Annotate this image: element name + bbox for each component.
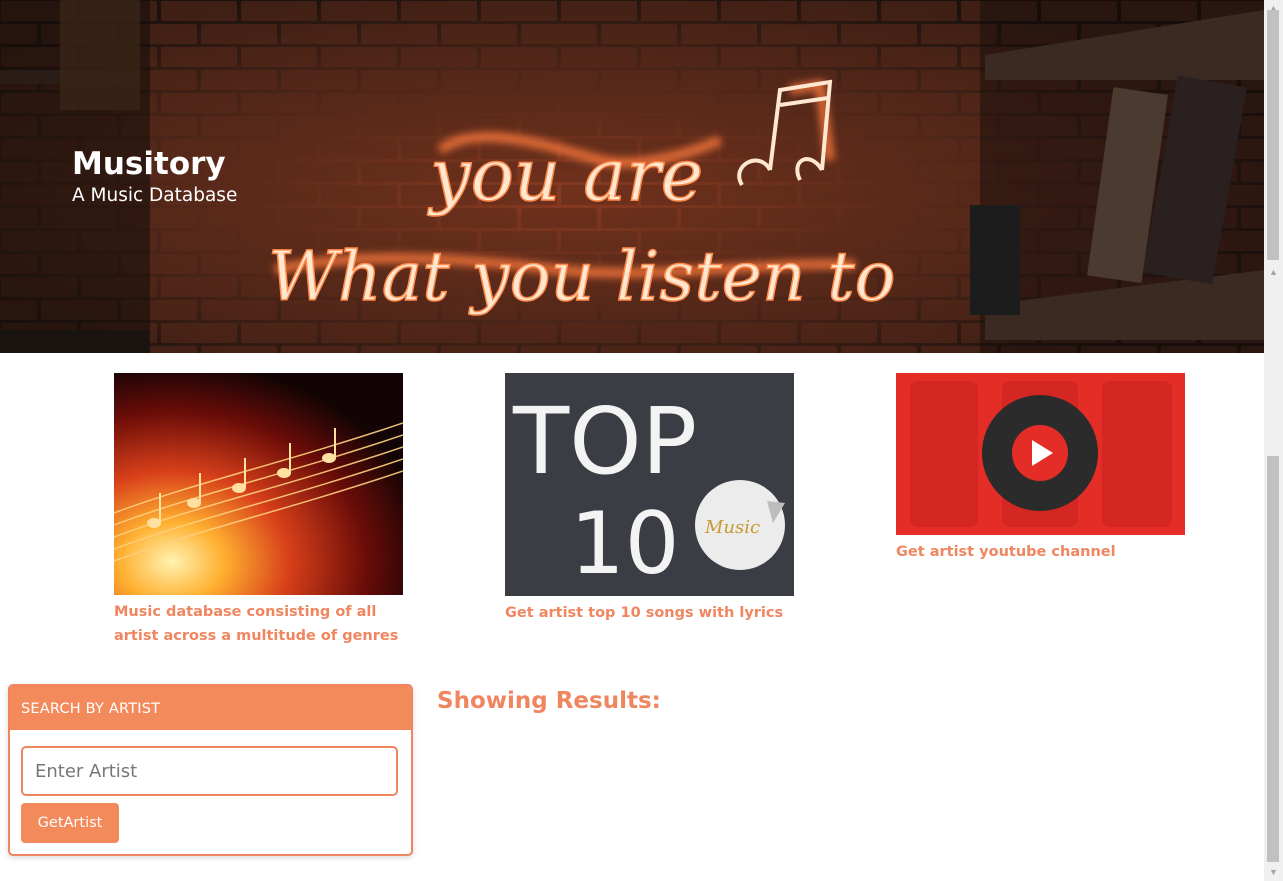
feature-caption: Music database consisting of all artist …	[114, 604, 399, 644]
svg-text:TOP: TOP	[512, 388, 697, 495]
search-panel: SEARCH BY ARTIST GetArtist	[8, 684, 413, 856]
brand-block: Musitory A Music Database	[72, 144, 237, 208]
scroll-down-arrow-icon[interactable]: ▼	[1264, 864, 1283, 881]
scrollbar-track-segment	[1267, 10, 1279, 260]
scrollbar-thumb[interactable]	[1267, 456, 1279, 862]
youtube-music-image	[896, 373, 1185, 535]
feature-card-top10: TOP 10 Music Get artist top 10 songs wit…	[505, 373, 794, 625]
site-title: Musitory	[72, 146, 226, 182]
svg-text:What you listen to: What you listen to	[268, 238, 896, 317]
music-notes-image	[114, 373, 403, 595]
svg-text:10: 10	[570, 494, 679, 594]
hero-banner: you are What you listen to Musitory A Mu…	[0, 0, 1264, 353]
feature-caption: Get artist top 10 songs with lyrics	[505, 605, 784, 621]
top-10-chalkboard-image: TOP 10 Music	[505, 373, 794, 596]
site-subtitle: A Music Database	[72, 185, 238, 206]
results-heading: Showing Results:	[437, 688, 661, 714]
get-artist-button[interactable]: GetArtist	[21, 803, 119, 843]
feature-card-youtube: Get artist youtube channel	[896, 373, 1185, 564]
page-scrollbar[interactable]: ▲ ▲ ▼	[1264, 0, 1283, 881]
svg-text:Music: Music	[704, 517, 760, 538]
feature-card-database: Music database consisting of all artist …	[114, 373, 403, 648]
artist-search-input[interactable]	[21, 746, 398, 796]
scroll-up-arrow-icon[interactable]: ▲	[1264, 264, 1283, 281]
feature-caption: Get artist youtube channel	[896, 544, 1116, 560]
search-panel-header: SEARCH BY ARTIST	[10, 686, 411, 730]
svg-text:you are: you are	[427, 133, 703, 217]
